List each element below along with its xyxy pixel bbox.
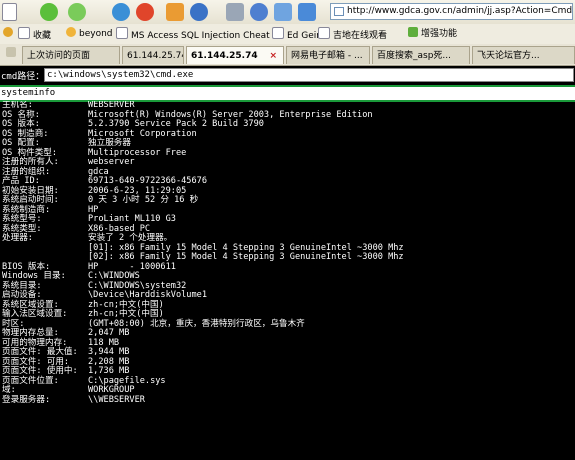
output-line: 初始安装日期: 2006-6-23, 11:29:05	[0, 186, 575, 197]
tab-active[interactable]: 61.144.25.74 ×	[186, 46, 284, 64]
close-icon[interactable]: ×	[269, 47, 277, 64]
tools-icon[interactable]	[226, 3, 244, 21]
output-line: 登录服务器: \\WEBSERVER	[0, 394, 575, 406]
favorite-item[interactable]: 收藏	[18, 27, 51, 41]
output-line: 页面文件: 可用: 2,208 MB	[0, 357, 575, 368]
output-line: OS 名称: Microsoft(R) Windows(R) Server 200…	[0, 110, 575, 121]
favorite-item[interactable]: 吉地在线观看	[318, 27, 387, 41]
output-line: 产品 ID: 69713-640-9722366-45676	[0, 176, 575, 187]
output-line: 注册的所有人: webserver	[0, 157, 575, 168]
output-line: 注册的组织: gdca	[0, 167, 575, 178]
tab[interactable]: 飞天论坛官方...	[472, 46, 575, 64]
page-icon	[318, 27, 330, 39]
home-icon[interactable]	[166, 3, 184, 21]
favorite-item[interactable]: MS Access SQL Injection Cheat ...	[116, 27, 281, 41]
folder-icon	[18, 27, 30, 39]
output-line: 页面文件: 最大值: 3,944 MB	[0, 347, 575, 358]
window-icon[interactable]	[274, 3, 292, 21]
output-value: \\WEBSERVER	[88, 394, 145, 405]
output-line: Windows 目录: C:\WINDOWS	[0, 271, 575, 282]
output-line: 启动设备: \Device\HarddiskVolume1	[0, 290, 575, 301]
page-icon	[116, 27, 128, 39]
output-line: 系统目录: C:\WINDOWS\system32	[0, 281, 575, 292]
output-line: 系统型号: ProLiant ML110 G3	[0, 214, 575, 225]
output-line: BIOS 版本: HP - 1000611	[0, 262, 575, 273]
download-icon[interactable]	[298, 3, 316, 21]
cmd-path-row: cmd路径： c:\windows\system32\cmd.exe	[0, 66, 575, 87]
favorite-item[interactable]: Ed Gein	[272, 27, 322, 41]
page-favicon-icon	[334, 7, 344, 16]
forward-icon[interactable]	[68, 3, 86, 21]
output-line: 可用的物理内存: 118 MB	[0, 338, 575, 349]
address-url: http://www.gdca.gov.cn/admin/jj.asp?Acti…	[347, 6, 573, 16]
output-line: 系统区域设置: zh-cn;中文(中国)	[0, 300, 575, 311]
output-key: 处理器:	[2, 233, 33, 243]
output-line: OS 配置: 独立服务器	[0, 138, 575, 149]
page-icon	[272, 27, 284, 39]
command-output: 主机名: WEBSERVER OS 名称: Microsoft(R) Windows(…	[0, 101, 575, 460]
output-line: OS 制造商: Microsoft Corporation	[0, 129, 575, 140]
address-bar[interactable]: http://www.gdca.gov.cn/admin/jj.asp?Acti…	[330, 3, 573, 20]
command-input[interactable]: systeminfo	[0, 86, 575, 102]
output-line: OS 构件类型: Multiprocessor Free	[0, 148, 575, 159]
back-icon[interactable]	[40, 3, 58, 21]
cmd-path-input[interactable]: c:\windows\system32\cmd.exe	[44, 68, 574, 82]
favorite-item[interactable]: beyond	[66, 27, 113, 41]
tab[interactable]: 上次访问的页面	[22, 46, 120, 64]
favorite-item[interactable]: 增强功能	[408, 27, 457, 41]
output-line: 页面文件: 使用中: 1,736 MB	[0, 366, 575, 377]
output-key: 登录服务器:	[2, 394, 51, 405]
output-line: 系统启动时间: 0 天 3 小时 52 分 16 秒	[0, 195, 575, 206]
tab[interactable]: 61.144.25.74	[122, 46, 184, 64]
page-content: cmd路径： c:\windows\system32\cmd.exe syste…	[0, 66, 575, 460]
star-icon[interactable]	[6, 47, 19, 61]
cmd-path-label: cmd路径：	[1, 72, 45, 82]
favorites-heart-icon[interactable]	[3, 27, 16, 41]
output-line: [02]: x86 Family 15 Model 4 Stepping 3 G…	[0, 252, 575, 263]
output-value: 0 天 3 小时 52 分 16 秒	[88, 195, 199, 205]
globe-icon	[66, 27, 76, 37]
stop-icon[interactable]	[136, 3, 154, 21]
command-text: systeminfo	[1, 88, 56, 98]
output-line: OS 版本: 5.2.3790 Service Pack 2 Build 3790	[0, 119, 575, 130]
output-line: 物理内存总量: 2,047 MB	[0, 328, 575, 339]
page-icon[interactable]	[2, 3, 17, 21]
favorites-bar: 收藏 beyond MS Access SQL Injection Cheat …	[0, 24, 575, 45]
undo-icon[interactable]	[190, 3, 208, 21]
tab-bar: 上次访问的页面 61.144.25.74 61.144.25.74 × 网易电子邮…	[0, 44, 575, 66]
tab[interactable]: 百度搜索_asp死...	[372, 46, 470, 64]
output-line: 域: WORKGROUP	[0, 385, 575, 396]
history-icon[interactable]	[250, 3, 268, 21]
tab[interactable]: 网易电子邮箱 - ...	[286, 46, 370, 64]
plus-icon	[408, 27, 418, 37]
output-line: 系统制造商: HP	[0, 205, 575, 216]
output-line: 页面文件位置: C:\pagefile.sys	[0, 376, 575, 387]
output-line: 系统类型: X86-based PC	[0, 224, 575, 235]
output-line: 时区: (GMT+08:00) 北京，重庆，香港特别行政区，乌鲁木齐	[0, 319, 575, 330]
refresh-icon[interactable]	[112, 3, 130, 21]
browser-toolbar: http://www.gdca.gov.cn/admin/jj.asp?Acti…	[0, 0, 575, 25]
